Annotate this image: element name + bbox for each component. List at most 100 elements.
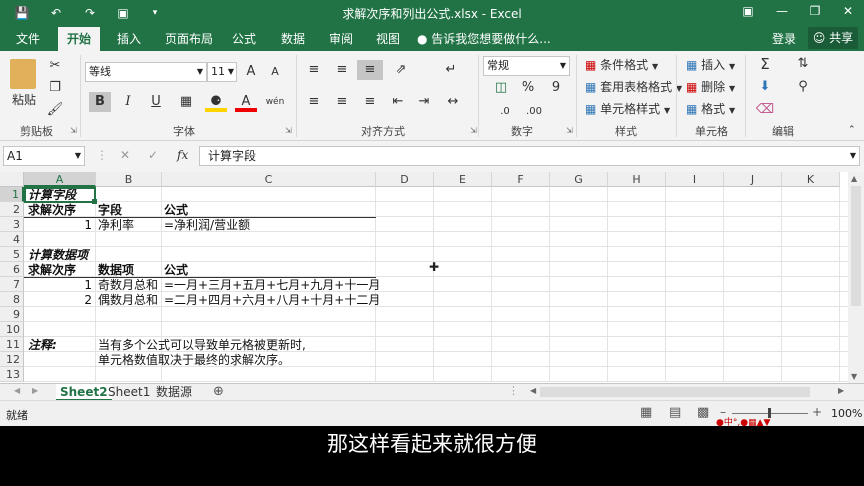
close-icon[interactable]: ✕: [838, 4, 858, 18]
page-layout-view-icon[interactable]: ▤: [669, 405, 681, 420]
sheet-tab-sheet1[interactable]: Sheet1: [104, 384, 154, 401]
page-break-view-icon[interactable]: ▩: [697, 405, 709, 420]
tab-formulas[interactable]: 公式: [232, 30, 256, 47]
phonetic-icon[interactable]: wén: [264, 92, 286, 112]
row-header-5[interactable]: 5: [0, 247, 24, 262]
cell-C7[interactable]: =一月+三月+五月+七月+九月+十一月: [164, 278, 380, 293]
comma-button[interactable]: 9: [545, 78, 567, 98]
tab-split-icon[interactable]: ⋮: [508, 384, 519, 397]
clipboard-launcher-icon[interactable]: ⇲: [70, 126, 77, 135]
select-all-corner[interactable]: [0, 172, 24, 187]
clear-icon[interactable]: ⌫: [754, 100, 776, 120]
orientation-icon[interactable]: ⇗: [390, 60, 412, 80]
tab-insert[interactable]: 插入: [117, 30, 141, 47]
tab-page-layout[interactable]: 页面布局: [165, 30, 213, 47]
column-header-B[interactable]: B: [96, 172, 162, 187]
paste-icon[interactable]: [10, 59, 36, 89]
row-header-1[interactable]: 1: [0, 187, 24, 202]
font-name-select[interactable]: 等线 ▼: [85, 62, 207, 82]
cut-icon[interactable]: ✂: [44, 56, 66, 76]
fill-color-icon[interactable]: ⚈: [205, 92, 227, 112]
row-header-13[interactable]: 13: [0, 367, 24, 382]
cell-C8[interactable]: =二月+四月+六月+八月+十月+十二月: [164, 293, 380, 308]
currency-icon[interactable]: ◫: [490, 78, 512, 98]
tab-file[interactable]: 文件: [16, 30, 40, 47]
format-table-button[interactable]: ▦ 套用表格格式 ▼: [585, 78, 682, 95]
cell-A8[interactable]: 2: [24, 293, 92, 308]
row-header-9[interactable]: 9: [0, 307, 24, 322]
horizontal-scroll-thumb[interactable]: [540, 387, 810, 397]
cell-C2[interactable]: 公式: [164, 203, 188, 218]
name-box[interactable]: A1 ▼: [3, 146, 85, 166]
normal-view-icon[interactable]: ▦: [640, 405, 652, 420]
font-color-icon[interactable]: A: [235, 92, 257, 112]
shrink-font-icon[interactable]: A: [264, 62, 286, 82]
row-header-11[interactable]: 11: [0, 337, 24, 352]
cell-B2[interactable]: 字段: [98, 203, 122, 218]
column-header-F[interactable]: F: [492, 172, 550, 187]
sheet-tab-data-source[interactable]: 数据源: [152, 384, 196, 401]
scroll-left-icon[interactable]: ◀: [530, 386, 536, 395]
cell-styles-button[interactable]: ▦ 单元格样式 ▼: [585, 100, 670, 117]
zoom-level[interactable]: 100%: [831, 407, 862, 420]
delete-cells-button[interactable]: ▦ 删除 ▼: [686, 78, 735, 95]
share-button[interactable]: ☺ 共享: [808, 27, 858, 49]
paste-button[interactable]: 粘贴: [12, 91, 36, 108]
login-button[interactable]: 登录: [772, 30, 796, 47]
border-icon[interactable]: ▦: [175, 92, 197, 112]
merge-center-icon[interactable]: ↔: [442, 92, 464, 112]
cell-C6[interactable]: 公式: [164, 263, 188, 278]
tab-view[interactable]: 视图: [376, 30, 400, 47]
format-cells-button[interactable]: ▦ 格式 ▼: [686, 100, 735, 117]
cancel-icon[interactable]: ✕: [120, 148, 130, 162]
ribbon-display-icon[interactable]: ▣: [738, 4, 758, 18]
collapse-ribbon-icon[interactable]: ⌃: [848, 125, 856, 135]
cell-A11[interactable]: 注释:: [28, 338, 57, 353]
cell-B11[interactable]: 当有多个公式可以导致单元格被更新时,: [98, 338, 306, 353]
restore-icon[interactable]: ❐: [805, 4, 825, 18]
decrease-decimal-icon[interactable]: .00: [523, 102, 545, 122]
scroll-thumb[interactable]: [851, 186, 861, 306]
align-center-icon[interactable]: ≡: [331, 92, 353, 112]
column-header-G[interactable]: G: [550, 172, 608, 187]
fill-handle[interactable]: [92, 199, 97, 204]
alignment-launcher-icon[interactable]: ⇲: [470, 126, 477, 135]
percent-button[interactable]: %: [517, 78, 539, 98]
wrap-text-icon[interactable]: ↵: [440, 60, 462, 80]
row-header-6[interactable]: 6: [0, 262, 24, 277]
add-sheet-icon[interactable]: ⊕: [213, 384, 224, 399]
cell-B7[interactable]: 奇数月总和: [98, 278, 158, 293]
zoom-in-icon[interactable]: +: [812, 405, 822, 419]
column-header-E[interactable]: E: [434, 172, 492, 187]
find-select-icon[interactable]: ⚲: [792, 77, 814, 97]
font-size-select[interactable]: 11 ▼: [207, 62, 237, 82]
enter-icon[interactable]: ✓: [148, 148, 158, 162]
cell-B6[interactable]: 数据项: [98, 263, 134, 278]
cell-A7[interactable]: 1: [24, 278, 92, 293]
increase-indent-icon[interactable]: ⇥: [413, 92, 435, 112]
prev-sheet-icon[interactable]: ◀: [14, 386, 20, 395]
column-header-H[interactable]: H: [608, 172, 666, 187]
insert-cells-button[interactable]: ▦ 插入 ▼: [686, 56, 735, 73]
scroll-right-icon[interactable]: ▶: [838, 386, 844, 395]
next-sheet-icon[interactable]: ▶: [32, 386, 38, 395]
tab-data[interactable]: 数据: [281, 30, 305, 47]
insert-function-button[interactable]: fx: [177, 148, 188, 162]
worksheet-grid[interactable]: ABCDEFGHIJK 1 2 3 4 5 6 7 8 9 10 11 12 13 计算字段 求解次序 …: [0, 172, 848, 382]
cell-B12[interactable]: 单元格数值取决于最终的求解次序。: [98, 353, 290, 368]
column-header-I[interactable]: I: [666, 172, 724, 187]
bold-button[interactable]: B: [89, 92, 111, 112]
cell-A5[interactable]: 计算数据项: [28, 248, 88, 263]
sort-filter-icon[interactable]: ⇅: [792, 54, 814, 74]
align-left-icon[interactable]: ≡: [303, 92, 325, 112]
minimize-icon[interactable]: —: [772, 4, 792, 18]
row-header-10[interactable]: 10: [0, 322, 24, 337]
scroll-up-icon[interactable]: ▲: [851, 174, 857, 183]
row-header-2[interactable]: 2: [0, 202, 24, 217]
fill-icon[interactable]: ⬇: [754, 77, 776, 97]
cell-C3[interactable]: =净利润/营业额: [164, 218, 250, 233]
cell-A3[interactable]: 1: [24, 218, 92, 233]
align-middle-icon[interactable]: ≡: [331, 60, 353, 80]
row-header-8[interactable]: 8: [0, 292, 24, 307]
copy-icon[interactable]: ❐: [44, 78, 66, 98]
